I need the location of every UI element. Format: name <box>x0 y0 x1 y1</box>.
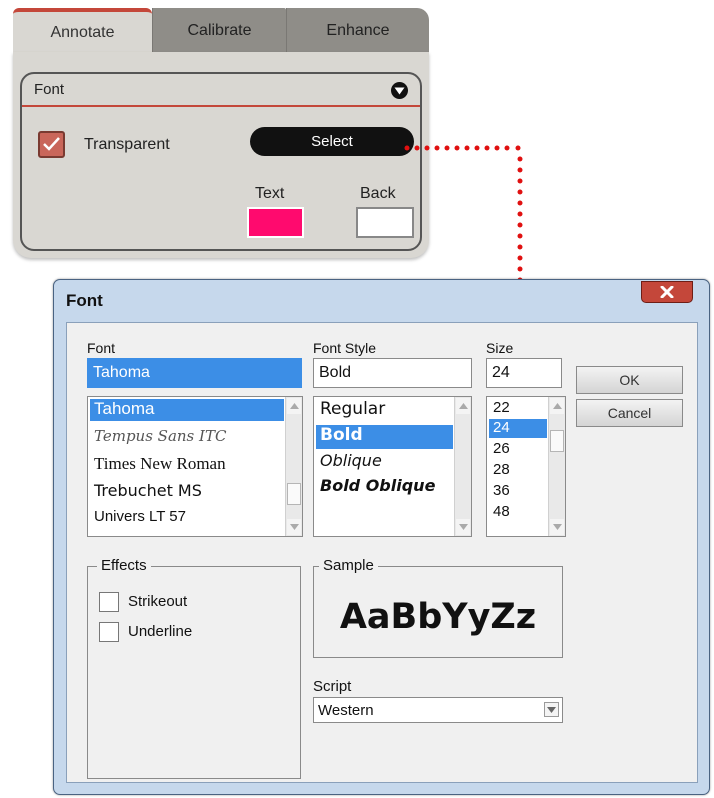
underline-label: Underline <box>128 623 193 640</box>
tab-annotate[interactable]: Annotate <box>13 8 152 53</box>
collapse-chevron-icon[interactable] <box>391 82 408 99</box>
list-item[interactable]: 24 <box>489 419 547 438</box>
script-label: Script <box>313 678 352 695</box>
list-item[interactable]: 28 <box>489 461 547 480</box>
font-section: Font Transparent Select Text Back <box>20 72 422 251</box>
checkmark-icon <box>43 137 60 151</box>
close-icon <box>660 286 674 298</box>
effects-group: Effects Strikeout Underline <box>87 557 301 779</box>
list-item[interactable]: Tahoma <box>90 399 284 421</box>
font-name-input[interactable]: Tahoma <box>87 358 302 388</box>
list-item[interactable]: Tempus Sans ITC <box>90 427 284 451</box>
dropdown-arrow-icon[interactable] <box>544 702 559 717</box>
scroll-down-arrow-icon[interactable] <box>550 519 564 535</box>
size-input[interactable]: 24 <box>486 358 562 388</box>
scroll-down-arrow-icon[interactable] <box>287 519 301 535</box>
text-color-swatch[interactable] <box>247 207 304 238</box>
list-item[interactable]: Univers LT 57 <box>90 508 284 532</box>
tab-calibrate[interactable]: Calibrate <box>152 8 286 53</box>
font-list-scrollbar[interactable] <box>285 397 302 536</box>
font-label: Font <box>87 340 116 356</box>
list-item[interactable]: 26 <box>489 440 547 459</box>
underline-checkbox[interactable] <box>99 622 119 642</box>
ok-button[interactable]: OK <box>576 366 683 394</box>
scroll-thumb[interactable] <box>287 483 301 505</box>
font-style-list[interactable]: Regular Bold Oblique Bold Oblique <box>313 396 472 537</box>
list-item[interactable]: 48 <box>489 503 547 522</box>
transparent-label: Transparent <box>84 136 170 153</box>
scroll-up-arrow-icon[interactable] <box>550 398 564 414</box>
dialog-body: Font Tahoma Tahoma Tempus Sans ITC Times… <box>66 322 698 783</box>
font-style-input[interactable]: Bold <box>313 358 472 388</box>
close-button[interactable] <box>641 281 693 303</box>
font-style-label: Font Style <box>313 340 377 356</box>
font-section-header[interactable]: Font <box>22 74 420 107</box>
list-item[interactable]: 22 <box>489 399 547 418</box>
scroll-up-arrow-icon[interactable] <box>287 398 301 414</box>
effects-label: Effects <box>97 557 151 574</box>
list-item[interactable]: Bold <box>316 425 453 449</box>
font-list[interactable]: Tahoma Tempus Sans ITC Times New Roman T… <box>87 396 303 537</box>
list-item[interactable]: 36 <box>489 482 547 501</box>
script-select[interactable]: Western <box>313 697 563 723</box>
list-item[interactable]: Trebuchet MS <box>90 481 284 505</box>
sample-group: Sample AaBbYyZz <box>313 557 563 658</box>
tab-enhance[interactable]: Enhance <box>286 8 429 53</box>
tab-bar: Annotate Calibrate Enhance <box>13 8 429 53</box>
scroll-thumb[interactable] <box>550 430 564 452</box>
dialog-title: Font <box>66 291 103 310</box>
list-item[interactable]: Bold Oblique <box>316 476 453 500</box>
list-item[interactable]: Oblique <box>316 451 453 475</box>
strikeout-checkbox[interactable] <box>99 592 119 612</box>
annotate-panel: Font Transparent Select Text Back <box>13 52 429 258</box>
transparent-checkbox[interactable] <box>38 131 65 158</box>
font-section-title: Font <box>34 81 65 98</box>
strikeout-label: Strikeout <box>128 593 188 610</box>
scroll-down-arrow-icon[interactable] <box>456 519 470 535</box>
cancel-button[interactable]: Cancel <box>576 399 683 427</box>
size-list[interactable]: 22 24 26 28 36 48 <box>486 396 566 537</box>
select-button[interactable]: Select <box>250 127 414 156</box>
list-item[interactable]: Regular <box>316 399 453 423</box>
script-value: Western <box>318 701 374 719</box>
size-label: Size <box>486 340 514 356</box>
list-item[interactable]: Times New Roman <box>90 454 284 478</box>
style-list-scrollbar[interactable] <box>454 397 471 536</box>
sample-label: Sample <box>319 557 378 574</box>
back-color-label: Back <box>360 185 396 202</box>
size-list-scrollbar[interactable] <box>548 397 565 536</box>
scroll-up-arrow-icon[interactable] <box>456 398 470 414</box>
sample-preview: AaBbYyZz <box>339 597 537 637</box>
font-dialog: Font Font Tahoma Tahoma Tempus Sans ITC … <box>53 279 710 795</box>
text-color-label: Text <box>255 185 285 202</box>
